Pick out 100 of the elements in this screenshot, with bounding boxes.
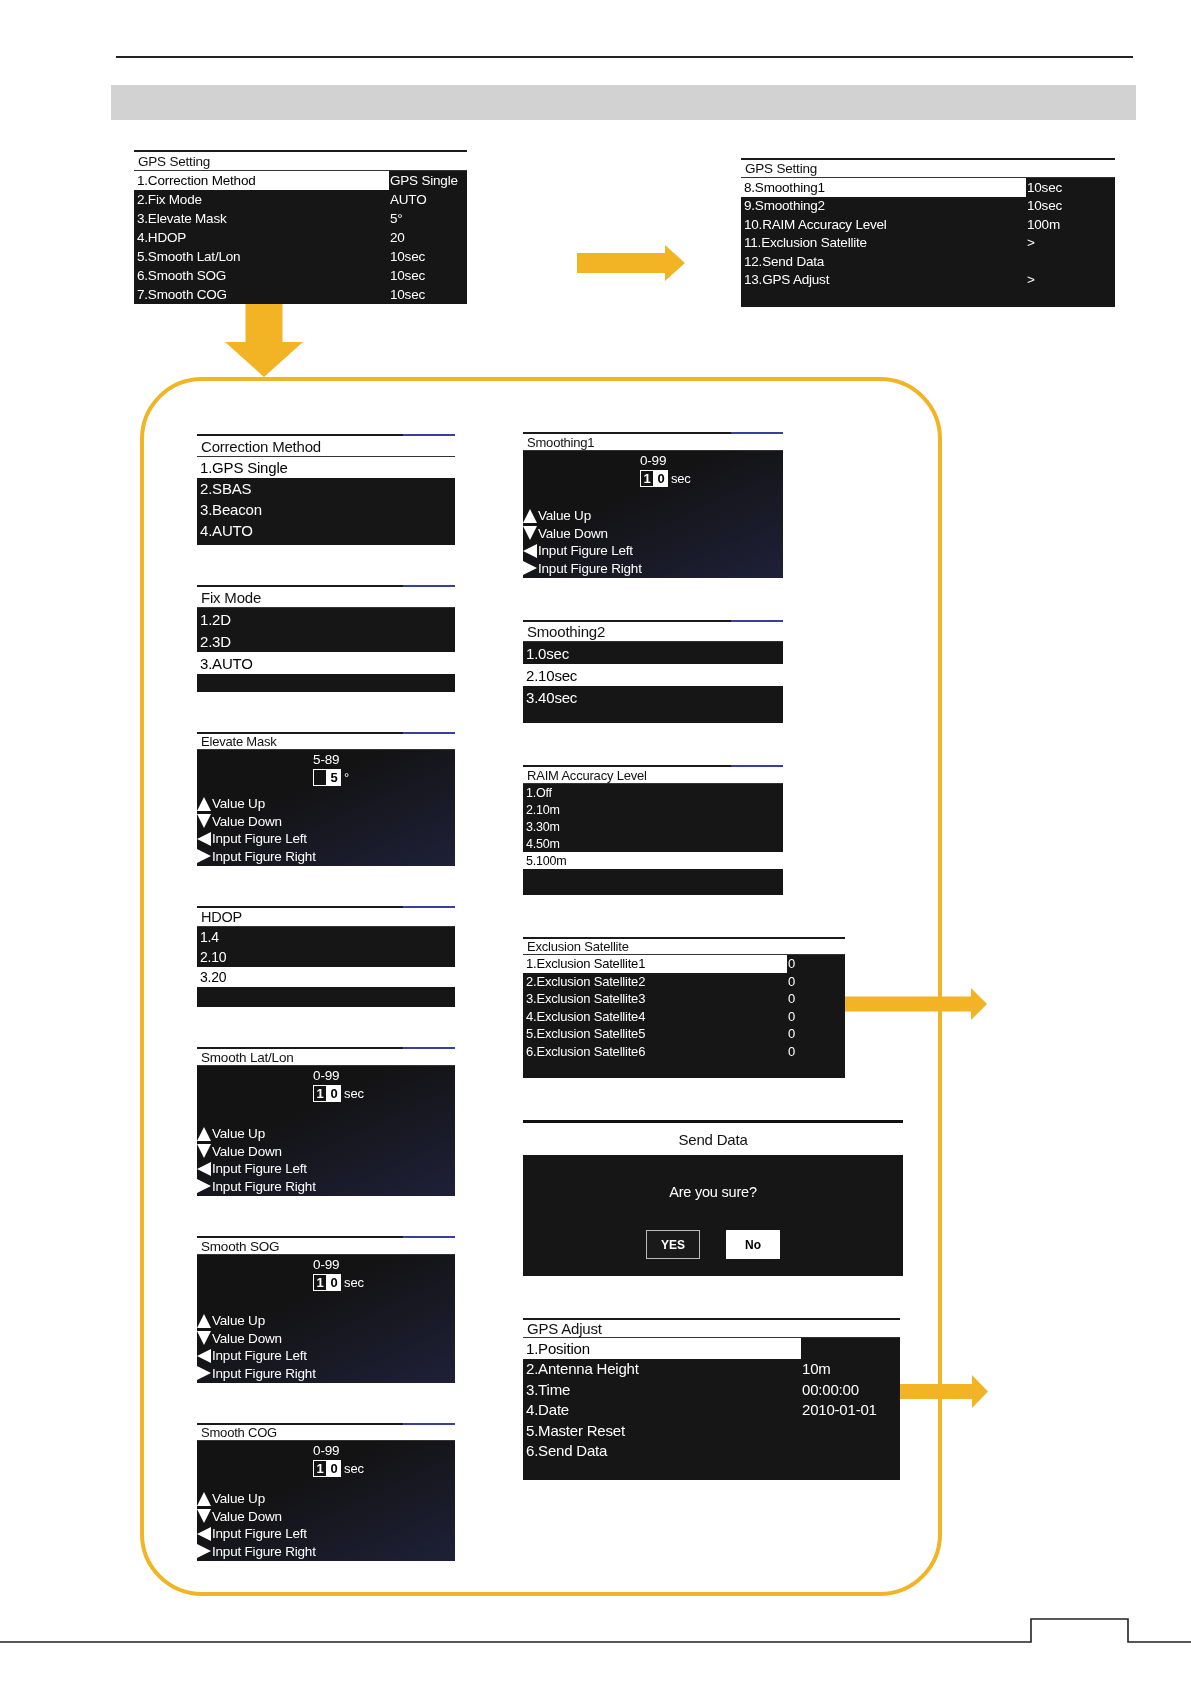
triangle-up-icon [197,1313,211,1328]
menu-item[interactable]: 3.Time [523,1379,801,1400]
menu-item[interactable]: 5.100m [523,852,783,869]
menu-item[interactable]: 3.30m [523,818,783,835]
hint-label: Input Figure Right [212,1365,316,1381]
triangle-down-icon [197,1144,211,1159]
hint-label: Input Figure Left [212,831,307,847]
hint-label: Value Up [212,1126,265,1142]
range-label: 0-99 [640,453,667,468]
menu-item[interactable]: 2.3D [197,630,455,652]
digit-field[interactable]: 1 [313,1459,328,1477]
menu-item[interactable]: 4.AUTO [197,520,455,541]
menu-title: HDOP [197,906,455,927]
triangle-left-icon [197,1526,211,1541]
menu-item[interactable]: 6.Send Data [523,1440,801,1461]
menu-item[interactable]: 13.GPS Adjust [741,270,1026,289]
digit-field[interactable]: 1 [313,1084,328,1102]
hint-label: Input Figure Right [212,1178,316,1194]
menu-item-value: 0 [787,1025,797,1043]
digit-field[interactable]: 0 [327,1084,342,1102]
digit-field[interactable]: 0 [327,1273,342,1291]
menu-item[interactable]: 4.50m [523,835,783,852]
hint-label: Input Figure Left [212,1348,307,1364]
menu-item[interactable]: 2.Antenna Height [523,1358,801,1379]
menu-item[interactable]: 11.Exclusion Satellite [741,233,1026,252]
menu-item-value: 0 [787,1007,797,1025]
menu-item-value: 100m [1026,215,1061,234]
triangle-right-icon [523,561,537,576]
digit-field[interactable]: 5 [327,768,342,786]
menu-item-value: 0 [787,990,797,1008]
menu-item[interactable]: 2.10 [197,947,455,967]
digit-field[interactable]: 1 [313,1273,328,1291]
menu-item[interactable]: 1.2D [197,608,455,630]
menu-item[interactable]: 8.Smoothing1 [741,178,1026,197]
menu-item[interactable]: 5.Smooth Lat/Lon [134,247,389,266]
menu-item-value: 10sec [389,286,427,304]
menu-item-value: 10m [801,1359,832,1379]
menu-item[interactable]: 2.10m [523,801,783,818]
digit-field[interactable] [313,768,328,786]
screen-title: Smoothing1 [523,432,783,451]
menu-item[interactable]: 4.HDOP [134,228,389,247]
menu-item[interactable]: 2.Exclusion Satellite2 [523,972,787,990]
menu-item[interactable]: 9.Smoothing2 [741,196,1026,215]
hint-label: Input Figure Left [212,1526,307,1542]
hint-label: Value Up [212,796,265,812]
menu-item[interactable]: 1.Off [523,784,783,801]
hint-label: Value Down [212,1508,282,1524]
menu-title: GPS Adjust [523,1318,900,1338]
menu-item[interactable]: 3.AUTO [197,652,455,674]
triangle-up-icon [197,1491,211,1506]
screen-title: Smooth COG [197,1423,455,1441]
unit-label: sec [344,1274,364,1290]
hint-label: Input Figure Right [538,560,642,576]
triangle-left-icon [197,1348,211,1363]
menu-item-value: 00:00:00 [801,1379,860,1400]
menu-title: Smoothing2 [523,620,783,642]
range-label: 0-99 [313,1068,340,1083]
menu-item[interactable]: 3.40sec [523,686,783,708]
hint-label: Value Up [212,1491,265,1507]
menu-item[interactable]: 6.Smooth SOG [134,266,389,285]
dialog-button[interactable]: YES [646,1230,700,1259]
menu-item[interactable]: 1.0sec [523,642,783,664]
digit-field[interactable]: 1 [640,469,654,487]
menu-item[interactable]: 5.Exclusion Satellite5 [523,1025,787,1043]
menu-item[interactable]: 10.RAIM Accuracy Level [741,215,1026,234]
menu-title: Correction Method [197,434,455,457]
triangle-down-icon [197,1509,211,1524]
menu-item-value: 0 [787,1042,797,1060]
hint-label: Value Down [538,525,608,541]
menu-item[interactable]: 3.Exclusion Satellite3 [523,990,787,1008]
hint-label: Value Down [212,1330,282,1346]
menu-item[interactable]: 3.Beacon [197,499,455,520]
menu-title: Fix Mode [197,585,455,608]
dialog-button[interactable]: No [726,1230,780,1259]
menu-item[interactable]: 3.Elevate Mask [134,209,389,228]
digit-field[interactable]: 0 [654,469,668,487]
menu-item[interactable]: 1.4 [197,927,455,947]
menu-item[interactable]: 2.Fix Mode [134,190,389,209]
unit-label: sec [344,1460,364,1476]
menu-item[interactable]: 4.Exclusion Satellite4 [523,1007,787,1025]
menu-item[interactable]: 2.10sec [523,664,783,686]
menu-item[interactable]: 12.Send Data [741,252,1026,271]
menu-item[interactable]: 5.Master Reset [523,1420,801,1441]
menu-item[interactable]: 4.Date [523,1399,801,1420]
menu-item-value: > [1026,234,1036,252]
menu-item[interactable]: 2.SBAS [197,478,455,499]
hint-label: Value Down [212,813,282,829]
dialog-title: Send Data [523,1120,903,1155]
menu-item[interactable]: 3.20 [197,967,455,987]
menu-item[interactable]: 1.Exclusion Satellite1 [523,955,787,973]
menu-item-value: 0 [787,972,797,990]
triangle-left-icon [197,1161,211,1176]
menu-item[interactable]: 1.GPS Single [197,457,455,478]
menu-item[interactable]: 1.Correction Method [134,171,389,190]
digit-field[interactable]: 0 [327,1459,342,1477]
menu-item[interactable]: 7.Smooth COG [134,285,389,304]
menu-title: GPS Setting [134,150,467,171]
menu-item-value: AUTO [389,191,428,209]
menu-item[interactable]: 1.Position [523,1338,801,1359]
menu-item[interactable]: 6.Exclusion Satellite6 [523,1042,787,1060]
